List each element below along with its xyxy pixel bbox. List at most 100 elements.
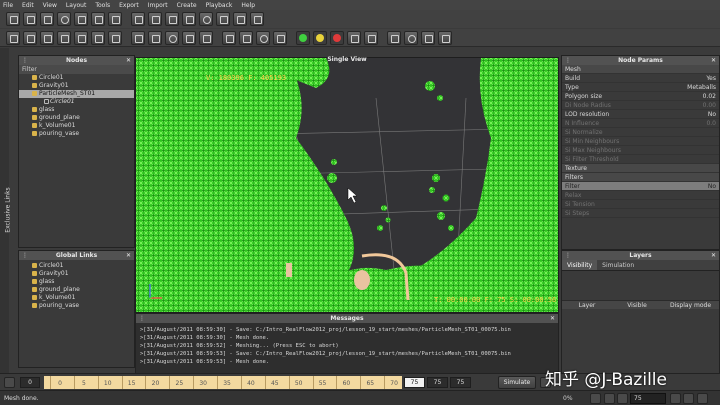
green-status-icon[interactable] xyxy=(296,30,310,45)
rewind-icon[interactable] xyxy=(590,393,601,404)
panel-grip-icon[interactable]: ⋮ xyxy=(565,56,571,65)
panel-grip-icon[interactable]: ⋮ xyxy=(22,56,28,65)
param-row[interactable]: N Influence 0.0 xyxy=(562,119,719,128)
rotate-tool-icon[interactable] xyxy=(57,12,71,26)
camera-icon[interactable] xyxy=(216,12,230,26)
lights-icon[interactable] xyxy=(199,30,213,45)
node-item[interactable]: glass xyxy=(19,106,134,114)
display-options-icon[interactable] xyxy=(222,30,236,45)
param-row[interactable]: Si Normalize xyxy=(562,128,719,137)
select-tool-icon[interactable] xyxy=(6,12,20,26)
end-frame-field[interactable]: 75 xyxy=(427,377,448,388)
timeline-menu-icon[interactable] xyxy=(4,377,15,388)
particles-icon[interactable] xyxy=(165,30,179,45)
forward-icon[interactable] xyxy=(683,393,694,404)
column-visible[interactable]: Visible xyxy=(612,301,662,309)
node-item[interactable]: ground_plane xyxy=(19,114,134,122)
menu-export[interactable]: Export xyxy=(119,2,139,9)
param-row[interactable]: Relax xyxy=(562,191,719,200)
param-row[interactable]: Build Yes xyxy=(562,74,719,83)
close-icon[interactable]: ✕ xyxy=(126,56,131,65)
wireframe-icon[interactable] xyxy=(148,30,162,45)
node-item[interactable]: Gravity01 xyxy=(19,82,134,90)
layers-icon[interactable] xyxy=(250,12,264,26)
menu-help[interactable]: Help xyxy=(241,2,255,9)
menu-view[interactable]: View xyxy=(43,2,57,9)
node-item[interactable]: k_Volume01 xyxy=(19,122,134,130)
render-icon[interactable] xyxy=(239,30,253,45)
param-row[interactable]: Filters xyxy=(562,173,719,182)
menu-import[interactable]: Import xyxy=(148,2,168,9)
max-frame-field[interactable]: 75 xyxy=(450,377,471,388)
param-row[interactable]: Filter No xyxy=(562,182,719,191)
param-value[interactable]: Yes xyxy=(706,74,716,82)
menu-tools[interactable]: Tools xyxy=(95,2,110,9)
param-row[interactable]: Di Node Radius 0.00 xyxy=(562,101,719,110)
view-split-icon[interactable] xyxy=(74,30,88,45)
close-icon[interactable]: ✕ xyxy=(711,56,716,65)
mesh-icon[interactable] xyxy=(182,12,196,26)
param-value[interactable]: 0.0 xyxy=(706,119,716,127)
start-frame-field[interactable]: 0 xyxy=(20,377,40,388)
param-row[interactable]: Si Tension xyxy=(562,200,719,209)
cube-object-icon[interactable] xyxy=(148,12,162,26)
view-cube-icon[interactable] xyxy=(108,30,122,45)
curve-icon[interactable] xyxy=(421,30,435,45)
global-link-item[interactable]: pouring_vase xyxy=(19,302,134,310)
tab-visibility[interactable]: Visibility xyxy=(562,260,598,270)
frame-icon[interactable] xyxy=(273,30,287,45)
view-quad-icon[interactable] xyxy=(91,30,105,45)
view-side-icon[interactable] xyxy=(23,30,37,45)
wave-icon[interactable] xyxy=(233,12,247,26)
current-frame-field[interactable]: 75 xyxy=(404,377,425,388)
global-link-item[interactable]: glass xyxy=(19,278,134,286)
global-link-item[interactable]: Circle01 xyxy=(19,262,134,270)
move-tool-icon[interactable] xyxy=(40,12,54,26)
menu-create[interactable]: Create xyxy=(177,2,197,9)
red-status-icon[interactable] xyxy=(330,30,344,45)
scale-tool-icon[interactable] xyxy=(74,12,88,26)
param-value[interactable]: 0.02 xyxy=(703,92,716,100)
reset-icon[interactable] xyxy=(364,30,378,45)
menu-edit[interactable]: Edit xyxy=(22,2,34,9)
panel-grip-icon[interactable]: ⋮ xyxy=(565,251,571,260)
export-icon[interactable] xyxy=(347,30,361,45)
view-front-icon[interactable] xyxy=(6,30,20,45)
view-persp-icon[interactable] xyxy=(57,30,71,45)
param-row[interactable]: Si Steps xyxy=(562,209,719,218)
sphere-object-icon[interactable] xyxy=(199,12,213,26)
node-item[interactable]: pouring_vase xyxy=(19,130,134,138)
param-value[interactable]: 0.00 xyxy=(703,101,716,109)
batch-icon[interactable] xyxy=(404,30,418,45)
emitter-icon[interactable] xyxy=(131,12,145,26)
link-tool-icon[interactable] xyxy=(91,12,105,26)
prev-frame-icon[interactable] xyxy=(604,393,615,404)
menu-layout[interactable]: Layout xyxy=(66,2,86,9)
menu-playback[interactable]: Playback xyxy=(206,2,233,9)
global-link-item[interactable]: k_Volume01 xyxy=(19,294,134,302)
panel-grip-icon[interactable]: ⋮ xyxy=(22,251,28,260)
tab-simulation[interactable]: Simulation xyxy=(597,260,639,270)
param-row[interactable]: LOD resolution No xyxy=(562,110,719,119)
single-view-viewport[interactable]: V: 180396 F: 405193 T: 00:00:00 F: 75 S:… xyxy=(135,57,559,313)
lasso-tool-icon[interactable] xyxy=(23,12,37,26)
node-item[interactable]: Circle01 xyxy=(19,74,134,82)
global-link-item[interactable]: Gravity01 xyxy=(19,270,134,278)
timeline-ruler[interactable]: 0 5 10 15 20 25 30 35 40 45 50 55 60 65 70 xyxy=(44,376,402,389)
shaded-icon[interactable] xyxy=(182,30,196,45)
param-row[interactable]: Si Min Neighbours xyxy=(562,137,719,146)
param-value[interactable]: No xyxy=(708,110,716,118)
axis-tool-icon[interactable] xyxy=(108,12,122,26)
column-display-mode[interactable]: Display mode xyxy=(662,301,719,309)
next-frame-icon[interactable] xyxy=(670,393,681,404)
script-icon[interactable] xyxy=(387,30,401,45)
close-icon[interactable]: ✕ xyxy=(550,314,555,323)
param-row[interactable]: Mesh xyxy=(562,65,719,74)
daemon-icon[interactable] xyxy=(165,12,179,26)
end-icon[interactable] xyxy=(697,393,708,404)
grid-icon[interactable] xyxy=(131,30,145,45)
node-item[interactable]: Circle01 xyxy=(19,98,134,106)
view-top-icon[interactable] xyxy=(40,30,54,45)
param-value[interactable]: Metaballs xyxy=(687,83,716,91)
nodes-filter[interactable]: Filter xyxy=(19,65,134,74)
